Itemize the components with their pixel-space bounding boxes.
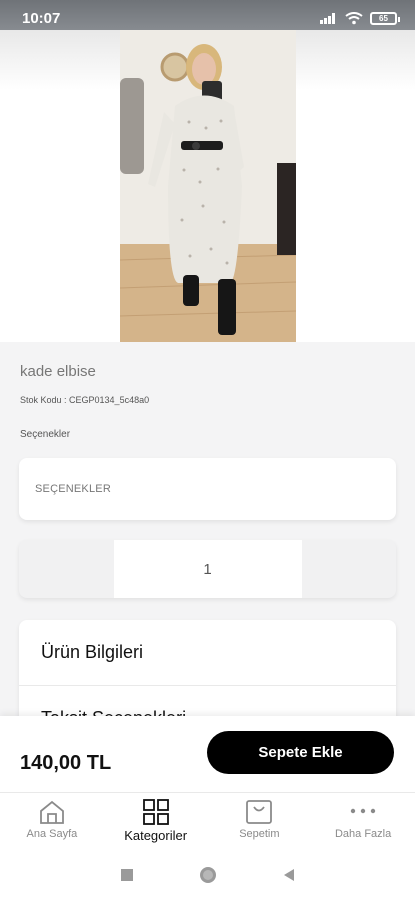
product-price: 140,00 TL [20, 752, 112, 774]
bottom-tab-bar: Ana Sayfa Kategoriler Sepetim Daha Fazla [0, 792, 415, 850]
status-time: 10:07 [22, 9, 61, 27]
tab-categories-label: Kategoriler [124, 828, 188, 843]
back-icon[interactable] [282, 868, 296, 882]
home-circle-icon[interactable] [198, 865, 218, 885]
tab-cart[interactable]: Sepetim [208, 793, 312, 851]
tab-home[interactable]: Ana Sayfa [0, 793, 104, 851]
product-image-area[interactable] [0, 30, 415, 342]
tab-categories[interactable]: Kategoriler [104, 793, 208, 851]
options-placeholder: SEÇENEKLER [35, 483, 111, 495]
product-photo-illustration [120, 30, 296, 342]
quantity-increase-button[interactable] [302, 540, 397, 598]
tab-more[interactable]: Daha Fazla [311, 793, 415, 851]
product-detail-screen: 10:07 65 kade elbise Stok Kodu: CEGP013… [0, 0, 415, 900]
status-icons: 65 [320, 11, 400, 25]
more-dots-icon [350, 808, 376, 814]
battery-level: 65 [379, 13, 388, 23]
add-to-cart-button[interactable]: Sepete Ekle [207, 731, 394, 774]
shopping-bag-icon [246, 800, 273, 824]
tab-home-label: Ana Sayfa [26, 828, 78, 840]
options-label: Seçenekler [20, 429, 71, 440]
purchase-bar: 140,00 TL Sepete Ekle [0, 716, 415, 792]
product-info-row[interactable]: Ürün Bilgileri [19, 620, 396, 686]
battery-icon: 65 [370, 11, 400, 25]
tab-cart-label: Sepetim [239, 828, 280, 840]
wifi-icon [345, 11, 363, 24]
quantity-decrease-button[interactable] [19, 540, 114, 598]
signal-icon [320, 13, 335, 24]
recent-apps-icon[interactable] [120, 868, 134, 882]
tab-more-label: Daha Fazla [334, 828, 392, 840]
quantity-stepper[interactable]: 1 [19, 540, 396, 598]
grid-icon [142, 799, 169, 825]
android-navigation-bar [0, 850, 415, 900]
options-select[interactable]: SEÇENEKLER [19, 458, 396, 520]
stock-code: Stok Kodu : CEGP0134_5c48a0 [20, 395, 150, 405]
product-title: kade elbise [20, 363, 96, 380]
home-icon [39, 800, 64, 824]
quantity-value[interactable]: 1 [113, 540, 302, 598]
product-photo[interactable] [120, 30, 296, 342]
